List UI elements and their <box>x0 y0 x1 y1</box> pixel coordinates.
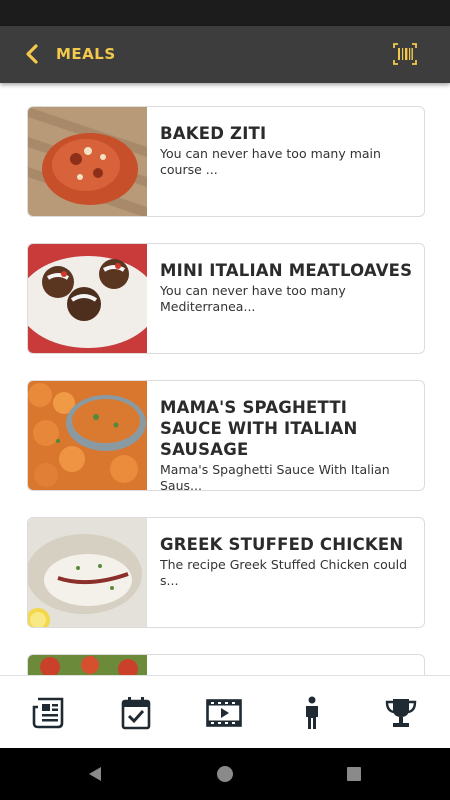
system-navigation-bar <box>0 748 450 800</box>
meal-text <box>160 671 414 673</box>
baked-ziti-photo <box>28 107 147 216</box>
meal-description: You can never have too many main course … <box>160 146 381 177</box>
home-circle-icon[interactable] <box>213 762 237 786</box>
meal-card[interactable] <box>27 654 425 675</box>
barcode-icon[interactable] <box>392 41 418 67</box>
calendar-check-icon[interactable] <box>118 695 154 731</box>
partial-meal-photo <box>28 655 147 675</box>
bottom-nav <box>0 675 450 748</box>
stuffed-chicken-photo <box>28 518 147 627</box>
meal-title: BAKED ZITI <box>160 124 267 143</box>
meal-text: MINI ITALIAN MEATLOAVES You can never ha… <box>160 260 414 315</box>
meal-card[interactable]: GREEK STUFFED CHICKEN The recipe Greek S… <box>27 517 425 628</box>
video-film-icon[interactable] <box>206 695 242 731</box>
meal-text: GREEK STUFFED CHICKEN The recipe Greek S… <box>160 534 414 589</box>
meal-title: MINI ITALIAN MEATLOAVES <box>160 261 413 280</box>
page-title: MEALS <box>56 45 116 63</box>
meal-description: Mama's Spaghetti Sauce With Italian Saus… <box>160 462 390 491</box>
meal-text: MAMA'S SPAGHETTI SAUCE WITH ITALIAN SAUS… <box>160 397 414 491</box>
meal-title: MAMA'S SPAGHETTI SAUCE WITH ITALIAN SAUS… <box>160 398 358 459</box>
status-bar <box>0 0 450 26</box>
meal-card[interactable]: BAKED ZITI You can never have too many m… <box>27 106 425 217</box>
mini-meatloaves-photo <box>28 244 147 353</box>
meal-card[interactable]: MINI ITALIAN MEATLOAVES You can never ha… <box>27 243 425 354</box>
recents-square-icon[interactable] <box>342 762 366 786</box>
newspaper-icon[interactable] <box>31 695 67 731</box>
person-icon[interactable] <box>294 695 330 731</box>
app-bar: MEALS <box>0 26 450 83</box>
carrots-photo <box>28 381 147 490</box>
meal-list: BAKED ZITI You can never have too many m… <box>0 83 450 675</box>
meal-title: GREEK STUFFED CHICKEN <box>160 535 404 554</box>
back-triangle-icon[interactable] <box>83 762 107 786</box>
meal-card[interactable]: MAMA'S SPAGHETTI SAUCE WITH ITALIAN SAUS… <box>27 380 425 491</box>
trophy-icon[interactable] <box>383 695 419 731</box>
meal-description: The recipe Greek Stuffed Chicken could s… <box>160 557 408 588</box>
meal-text: BAKED ZITI You can never have too many m… <box>160 123 414 178</box>
chevron-left-icon[interactable] <box>20 42 44 66</box>
meal-description: You can never have too many Mediterranea… <box>160 283 346 314</box>
